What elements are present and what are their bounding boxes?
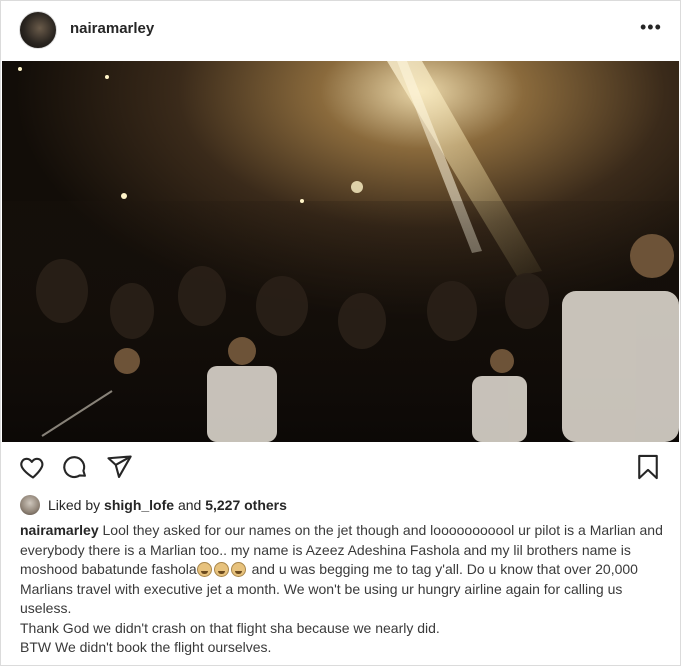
likes-summary: Liked by shigh_lofe and 5,227 others <box>20 495 287 515</box>
bookmark-icon[interactable] <box>634 453 662 481</box>
comment-icon[interactable] <box>61 453 89 481</box>
post-header: nairamarley ••• <box>1 1 680 61</box>
likes-and: and <box>174 497 206 513</box>
caption-line-2: Thank God we didn't crash on that flight… <box>20 619 440 636</box>
liker-avatar[interactable] <box>20 495 40 515</box>
caption-line-1: nairamarley Lool they asked for our name… <box>20 521 668 619</box>
grin-emoji-icon <box>230 562 246 577</box>
grin-emoji-icon <box>196 562 212 577</box>
grin-emoji-icon <box>213 562 229 577</box>
post-media[interactable] <box>2 61 679 442</box>
caption-line-3: BTW We didn't book the flight ourselves. <box>20 639 272 655</box>
concert-stage-photo <box>2 61 679 442</box>
action-bar <box>1 453 680 485</box>
post-card: nairamarley ••• Liked by shigh_lofe and … <box>0 0 681 666</box>
post-username[interactable]: nairamarley <box>70 20 154 37</box>
grin-emoji-group <box>196 561 248 577</box>
caption-author[interactable]: nairamarley <box>20 522 99 538</box>
likes-count[interactable]: 5,227 others <box>205 497 287 513</box>
more-options-icon[interactable]: ••• <box>640 17 662 38</box>
liker-username[interactable]: shigh_lofe <box>104 497 174 513</box>
post-caption: nairamarley Lool they asked for our name… <box>20 521 668 658</box>
likes-prefix: Liked by <box>48 497 105 513</box>
heart-icon[interactable] <box>19 453 47 481</box>
avatar[interactable] <box>19 11 57 49</box>
share-icon[interactable] <box>105 453 133 481</box>
